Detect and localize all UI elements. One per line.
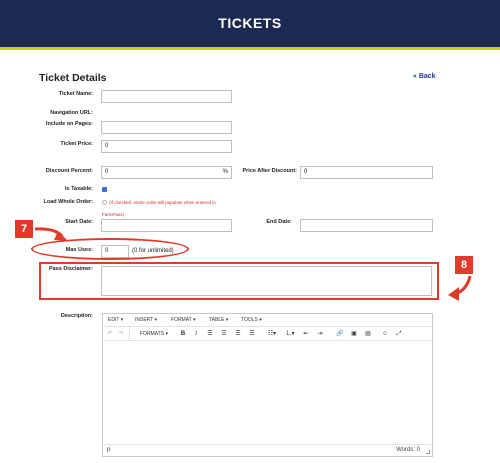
formats-dropdown[interactable]: FORMATS ▾ [134, 330, 174, 338]
is-taxable-checkbox[interactable] [102, 187, 107, 192]
discount-percent-value: 0 [105, 169, 109, 175]
load-whole-order-checkbox[interactable] [102, 200, 107, 205]
discount-percent-label: Discount Percent: [45, 168, 93, 174]
redo-icon[interactable]: ↷ [117, 330, 125, 338]
menu-edit[interactable]: EDIT ▾ [108, 317, 123, 323]
section-title: Ticket Details [39, 72, 107, 84]
editor-content-area[interactable] [103, 342, 432, 444]
ticket-name-label: Ticket Name: [58, 91, 93, 97]
bullet-list-icon[interactable]: ☷▾ [266, 330, 278, 338]
indent-icon[interactable]: ⇥ [316, 330, 324, 338]
arrow-8-head [448, 287, 459, 301]
pass-disclaimer-highlight [39, 262, 439, 300]
align-justify-icon[interactable]: ☰ [248, 330, 256, 338]
navigation-url-label: Navigation URL: [50, 110, 93, 116]
editor-menubar: EDIT ▾ INSERT ▾ FORMAT ▾ TABLE ▾ TOOLS ▾ [103, 314, 432, 327]
toolbar-divider [129, 329, 130, 339]
ticket-price-label: Ticket Price: [60, 141, 93, 147]
editor-statusbar: p Words: 0 [103, 444, 432, 456]
fullscreen-icon[interactable]: ⤢ [395, 330, 403, 338]
arrow-8 [454, 275, 472, 296]
discount-percent-input[interactable]: 0 % [101, 166, 232, 179]
emoticon-icon[interactable]: ☺ [381, 330, 389, 338]
ticket-price-input[interactable]: 0 [101, 140, 232, 153]
align-center-icon[interactable]: ☰ [220, 330, 228, 338]
undo-icon[interactable]: ↶ [106, 330, 114, 338]
editor-toolbar: ↶ ↷ FORMATS ▾ B I ☰ ☰ ☰ ☰ ☷▾ ⒈▾ ⇤ ⇥ 🔗 ▣ … [103, 327, 432, 341]
rich-text-editor: EDIT ▾ INSERT ▾ FORMAT ▾ TABLE ▾ TOOLS ▾… [102, 313, 433, 457]
start-date-label: Start Date: [65, 219, 93, 225]
price-after-discount-label: Price After Discount: [242, 168, 297, 174]
media-icon[interactable]: ▤ [364, 330, 372, 338]
step-7-badge: 7 [15, 220, 33, 238]
align-left-icon[interactable]: ☰ [206, 330, 214, 338]
back-link[interactable]: « Back [413, 73, 436, 80]
end-date-label: End Date: [266, 219, 292, 225]
page-title: TICKETS [218, 15, 282, 31]
menu-table[interactable]: TABLE ▾ [209, 317, 228, 323]
menu-tools[interactable]: TOOLS ▾ [241, 317, 262, 323]
italic-icon[interactable]: I [192, 330, 200, 338]
link-icon[interactable]: 🔗 [336, 330, 344, 338]
element-path: p [107, 447, 111, 453]
bold-icon[interactable]: B [179, 330, 187, 338]
load-whole-order-label: Load Whole Order: [43, 199, 94, 205]
is-taxable-label: Is Taxable: [64, 186, 93, 192]
word-count: Words: 0 [396, 447, 420, 453]
percent-unit: % [222, 169, 228, 175]
menu-format[interactable]: FORMAT ▾ [171, 317, 196, 323]
align-right-icon[interactable]: ☰ [234, 330, 242, 338]
end-date-input[interactable] [300, 219, 433, 232]
load-whole-order-note-cont: FarmPass) [102, 212, 125, 217]
step-8-badge: 8 [455, 256, 473, 274]
include-on-pages-label: Include on Pages: [45, 121, 93, 127]
resize-handle[interactable] [426, 450, 430, 454]
arrow-7 [34, 227, 64, 238]
max-uses-highlight [31, 238, 189, 260]
outdent-icon[interactable]: ⇤ [302, 330, 310, 338]
image-icon[interactable]: ▣ [350, 330, 358, 338]
ticket-name-input[interactable] [101, 90, 232, 103]
numbered-list-icon[interactable]: ⒈▾ [284, 330, 296, 338]
start-date-input[interactable] [101, 219, 232, 232]
load-whole-order-note: (If checked, entire order will populate … [109, 200, 216, 205]
menu-insert[interactable]: INSERT ▾ [135, 317, 157, 323]
include-on-pages-input[interactable] [101, 121, 232, 134]
description-label: Description: [60, 313, 93, 319]
price-after-discount-input[interactable]: 0 [300, 166, 433, 179]
